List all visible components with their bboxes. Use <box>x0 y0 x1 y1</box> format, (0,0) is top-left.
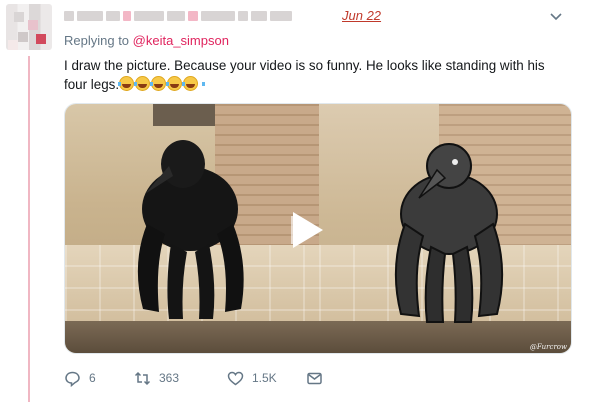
heart-icon <box>227 371 244 385</box>
replying-handle-link[interactable]: @keita_simpson <box>133 33 229 48</box>
tweet-text-line-1: I draw the picture. Because your video i… <box>64 58 545 73</box>
retweet-icon <box>134 371 151 385</box>
reply-icon <box>65 371 80 387</box>
tweet-text-line-2-words: four legs. <box>64 77 120 92</box>
tweet-date-link[interactable]: Jun 22 <box>342 8 381 23</box>
reply-count: 6 <box>89 371 96 385</box>
tweet-text: I draw the picture. Because your video i… <box>64 56 574 94</box>
drawing-crow-right[interactable]: @Furcrow <box>319 104 571 353</box>
author-name-redacted[interactable] <box>64 11 292 21</box>
tweet-text-line-2: four legs. <box>64 75 574 94</box>
envelope-icon <box>307 372 322 384</box>
direct-message-button[interactable] <box>306 370 323 387</box>
photo-crow-left[interactable] <box>65 104 319 353</box>
chevron-down-icon[interactable] <box>548 10 564 24</box>
replying-prefix: Replying to <box>64 33 133 48</box>
tweet[interactable]: Jun 22 Replying to @keita_simpson I draw… <box>0 0 597 402</box>
face-with-tears-of-joy-icon <box>134 76 158 91</box>
emoji-group <box>118 76 206 92</box>
face-with-tears-of-joy-icon <box>118 76 142 91</box>
tweet-media[interactable]: @Furcrow <box>64 103 572 354</box>
arrow-right-icon <box>293 212 323 248</box>
replying-to: Replying to @keita_simpson <box>64 33 229 48</box>
face-with-tears-of-joy-icon <box>150 76 174 91</box>
retweet-count: 363 <box>159 371 180 385</box>
reply-button[interactable]: 6 <box>64 370 96 387</box>
face-with-tears-of-joy-icon <box>182 76 206 91</box>
tweet-header <box>64 7 292 25</box>
crow-drawing-figure <box>394 143 504 323</box>
like-button[interactable]: 1.5K <box>227 370 277 387</box>
crow-photo-figure <box>137 140 244 319</box>
media-watermark: @Furcrow <box>529 343 567 351</box>
like-count: 1.5K <box>252 371 277 385</box>
retweet-button[interactable]: 363 <box>134 370 179 387</box>
thread-line <box>28 56 30 402</box>
face-with-tears-of-joy-icon <box>166 76 190 91</box>
avatar[interactable] <box>6 4 52 50</box>
